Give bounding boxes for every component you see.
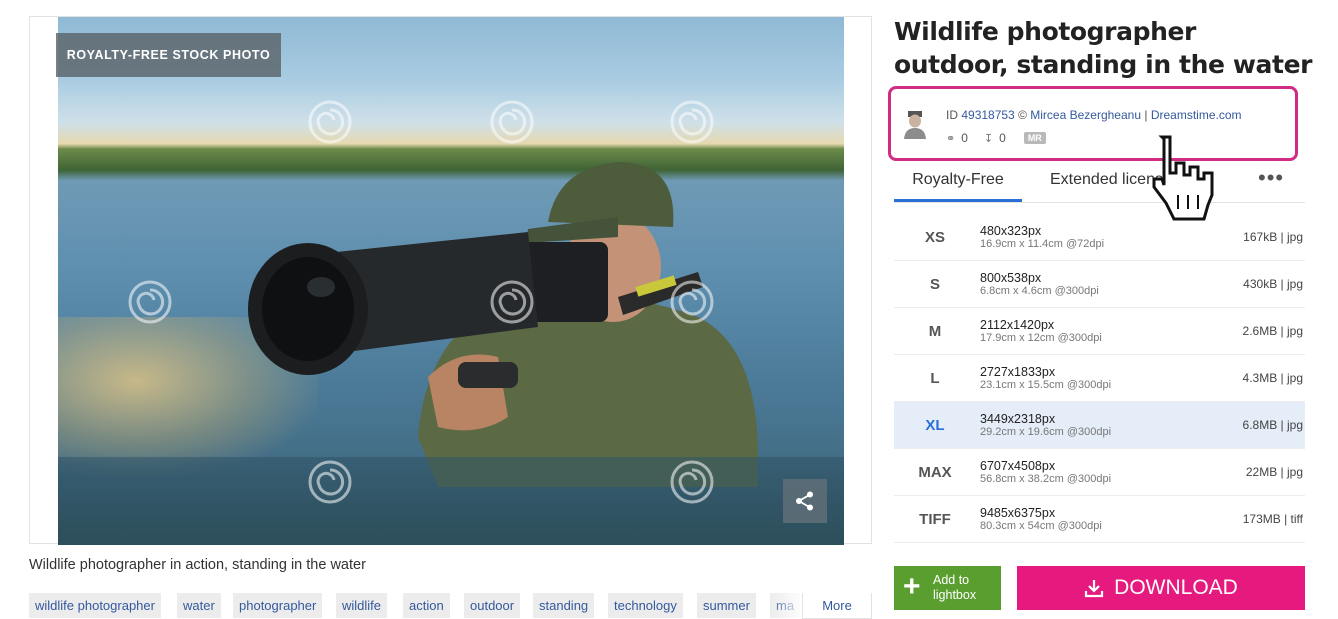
stock-photo[interactable]	[58, 17, 844, 545]
watermark-icon	[490, 280, 534, 324]
size-file: 430kB | jpg	[1243, 277, 1303, 291]
size-code: S	[929, 276, 940, 293]
id-label: ID	[946, 108, 958, 122]
size-print: 16.9cm x 11.4cm @72dpi	[980, 238, 1105, 250]
tag-item[interactable]: photographer	[233, 593, 323, 618]
size-row-xs[interactable]: XS 480x323px 16.9cm x 11.4cm @72dpi 167k…	[894, 214, 1305, 261]
size-pixels: 9485x6375px	[980, 506, 1056, 520]
size-row-s[interactable]: S 800x538px 6.8cm x 4.6cm @300dpi 430kB …	[894, 261, 1305, 308]
share-button[interactable]	[783, 479, 827, 523]
image-id-line: ID 49318753 © Mircea Bezergheanu | Dream…	[946, 108, 1242, 122]
tag-item[interactable]: outdoor	[464, 593, 521, 618]
tag-item[interactable]: action	[403, 593, 450, 618]
views-count: 0	[961, 131, 968, 145]
size-options: XS 480x323px 16.9cm x 11.4cm @72dpi 167k…	[894, 214, 1305, 543]
tag-item[interactable]: standing	[533, 593, 595, 618]
image-stats: ⚭ 0 ↧ 0 MR	[946, 131, 1046, 145]
tags-fade	[769, 593, 802, 619]
size-pixels: 800x538px	[980, 271, 1042, 285]
copyright-sign: ©	[1018, 108, 1027, 122]
image-id-link[interactable]: 49318753	[961, 108, 1014, 122]
tab-royalty-free[interactable]: Royalty-Free	[894, 163, 1022, 202]
image-caption: Wildlife photographer in action, standin…	[29, 557, 366, 573]
model-release-badge: MR	[1023, 132, 1046, 144]
size-pixels: 3449x2318px	[980, 412, 1056, 426]
watermark-icon	[128, 280, 172, 324]
size-code: L	[930, 370, 940, 387]
size-row-l[interactable]: L 2727x1833px 23.1cm x 15.5cm @300dpi 4.…	[894, 355, 1305, 402]
license-tabs: Royalty-Free Extended licenses •••	[894, 163, 1305, 203]
watermark-icon	[670, 100, 714, 144]
size-file: 167kB | jpg	[1243, 230, 1303, 244]
size-pixels: 480x323px	[980, 224, 1042, 238]
tabs-more-icon[interactable]: •••	[1258, 163, 1288, 202]
plus-icon: +	[903, 570, 921, 603]
downloads-icon: ↧	[983, 132, 994, 145]
size-print: 17.9cm x 12cm @300dpi	[980, 332, 1102, 344]
size-pixels: 2112x1420px	[980, 318, 1055, 332]
size-file: 6.8MB | jpg	[1242, 418, 1303, 432]
size-code: XS	[924, 229, 945, 246]
size-row-xl-selected[interactable]: XL 3449x2318px 29.2cm x 19.6cm @300dpi 6…	[894, 402, 1305, 449]
size-file: 2.6MB | jpg	[1242, 324, 1303, 338]
lightbox-label-line1: Add to	[933, 573, 970, 587]
size-file: 173MB | tiff	[1242, 512, 1303, 526]
size-print: 56.8cm x 38.2cm @300dpi	[980, 473, 1112, 485]
lightbox-label-line2: lightbox	[933, 588, 977, 602]
tag-item[interactable]: wildlife photographer	[29, 593, 161, 618]
author-name-link[interactable]: Mircea Bezergheanu	[1030, 108, 1141, 122]
lightbox-label: Add to lightbox	[933, 573, 976, 603]
tags-more-button[interactable]: More	[802, 593, 872, 619]
size-file: 4.3MB | jpg	[1242, 371, 1303, 385]
size-row-max[interactable]: MAX 6707x4508px 56.8cm x 38.2cm @300dpi …	[894, 449, 1305, 496]
watermark-icon	[670, 280, 714, 324]
site-link[interactable]: Dreamstime.com	[1151, 108, 1242, 122]
views-icon: ⚭	[946, 132, 956, 145]
size-print: 80.3cm x 54cm @300dpi	[980, 520, 1102, 532]
size-print: 29.2cm x 19.6cm @300dpi	[980, 426, 1112, 438]
size-code: TIFF	[919, 511, 951, 528]
downloads-count: 0	[999, 131, 1006, 145]
id-separator: |	[1144, 108, 1148, 122]
watermark-icon	[308, 460, 352, 504]
size-code: MAX	[918, 464, 952, 481]
author-avatar[interactable]	[903, 109, 927, 139]
tag-list: wildlife photographer water photographer…	[29, 593, 872, 619]
size-pixels: 2727x1833px	[980, 365, 1056, 379]
download-button[interactable]: DOWNLOAD	[1017, 566, 1305, 610]
pointer-hand-icon	[1152, 135, 1214, 221]
watermark-icon	[490, 100, 534, 144]
author-info-highlight: ID 49318753 © Mircea Bezergheanu | Dream…	[888, 86, 1298, 161]
size-print: 6.8cm x 4.6cm @300dpi	[980, 285, 1099, 297]
tag-item[interactable]: summer	[697, 593, 756, 618]
tag-item[interactable]: water	[177, 593, 221, 618]
image-frame	[29, 16, 872, 545]
royalty-free-badge: ROYALTY-FREE STOCK PHOTO	[56, 33, 281, 77]
download-label: DOWNLOAD	[1114, 576, 1238, 599]
download-icon	[1085, 580, 1104, 598]
tag-item[interactable]: wildlife	[336, 593, 388, 618]
add-to-lightbox-button[interactable]: + Add to lightbox	[894, 566, 1001, 610]
page-title: Wildlife photographer outdoor, standing …	[894, 17, 1313, 79]
size-row-m[interactable]: M 2112x1420px 17.9cm x 12cm @300dpi 2.6M…	[894, 308, 1305, 355]
size-code: XL	[925, 417, 945, 434]
size-row-tiff[interactable]: TIFF 9485x6375px 80.3cm x 54cm @300dpi 1…	[894, 496, 1305, 543]
size-pixels: 6707x4508px	[980, 459, 1056, 473]
tag-item[interactable]: technology	[608, 593, 683, 618]
size-code: M	[928, 323, 942, 340]
share-icon	[796, 491, 813, 511]
watermark-icon	[308, 100, 352, 144]
size-file: 22MB | jpg	[1245, 465, 1303, 479]
size-print: 23.1cm x 15.5cm @300dpi	[980, 379, 1112, 391]
photographer-illustration	[58, 162, 844, 545]
watermark-icon	[670, 460, 714, 504]
